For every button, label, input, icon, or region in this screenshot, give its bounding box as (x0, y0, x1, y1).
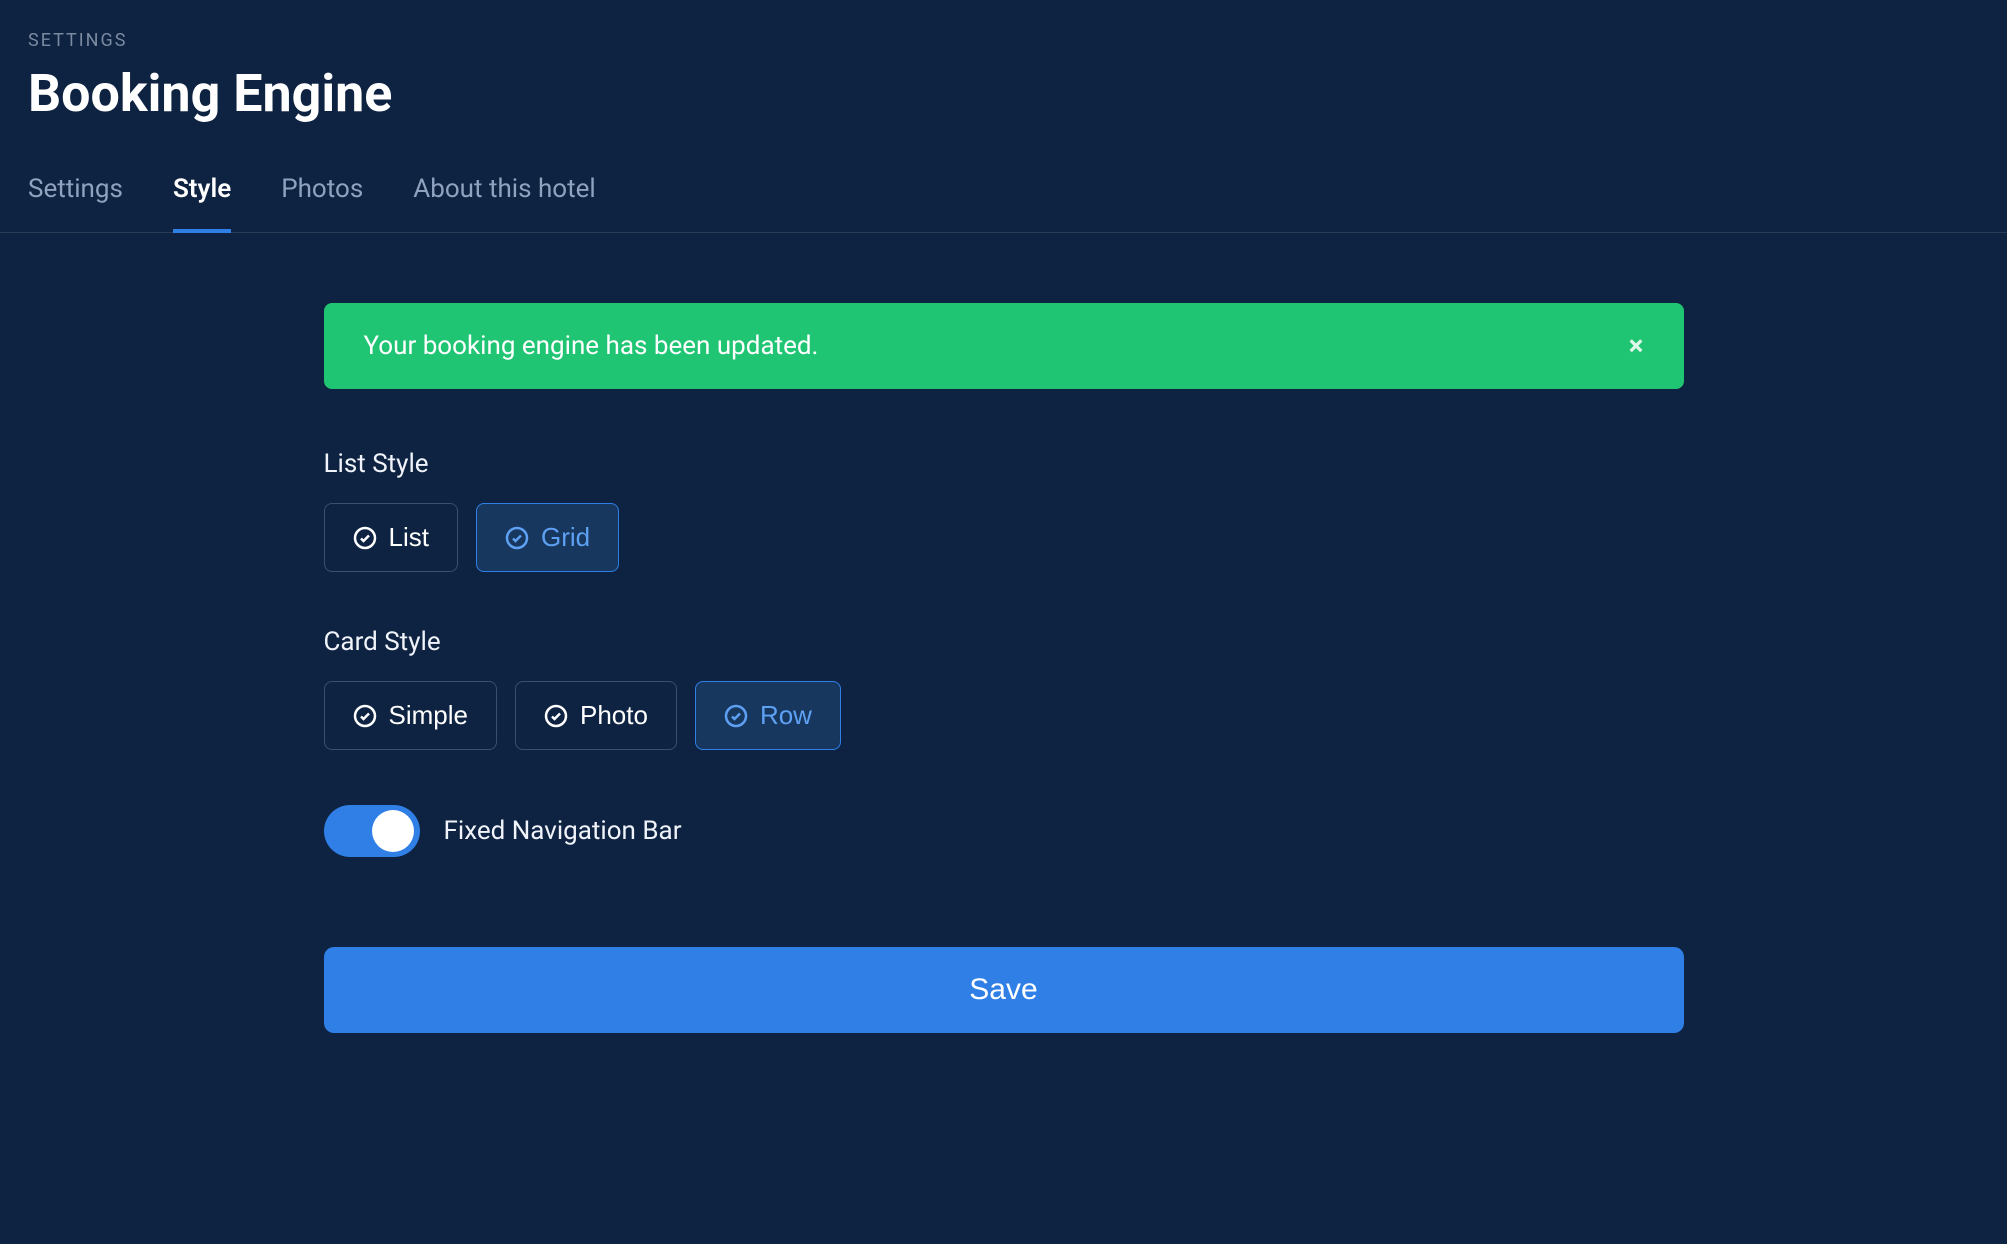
card-style-row-button[interactable]: Row (695, 681, 841, 750)
card-style-options: Simple Photo Row (324, 681, 1684, 750)
option-label: List (389, 522, 429, 553)
tab-photos[interactable]: Photos (281, 174, 363, 232)
toggle-knob (372, 810, 414, 852)
check-circle-icon (544, 704, 568, 728)
list-style-label: List Style (324, 449, 1684, 479)
alert-message: Your booking engine has been updated. (364, 331, 819, 361)
tab-settings[interactable]: Settings (28, 174, 123, 232)
success-alert: Your booking engine has been updated. × (324, 303, 1684, 389)
option-label: Photo (580, 700, 648, 731)
list-style-list-button[interactable]: List (324, 503, 458, 572)
card-style-simple-button[interactable]: Simple (324, 681, 497, 750)
tab-style[interactable]: Style (173, 174, 231, 232)
close-icon[interactable]: × (1629, 332, 1644, 360)
page-title: Booking Engine (28, 63, 1979, 124)
tab-about-hotel[interactable]: About this hotel (413, 174, 595, 232)
option-label: Grid (541, 522, 590, 553)
breadcrumb: SETTINGS (28, 30, 1979, 51)
list-style-grid-button[interactable]: Grid (476, 503, 619, 572)
save-button[interactable]: Save (324, 947, 1684, 1033)
check-circle-icon (353, 526, 377, 550)
tabs: Settings Style Photos About this hotel (0, 174, 2007, 233)
fixed-nav-label: Fixed Navigation Bar (444, 816, 682, 846)
list-style-options: List Grid (324, 503, 1684, 572)
check-circle-icon (505, 526, 529, 550)
option-label: Row (760, 700, 812, 731)
card-style-label: Card Style (324, 627, 1684, 657)
check-circle-icon (353, 704, 377, 728)
check-circle-icon (724, 704, 748, 728)
page-header: SETTINGS Booking Engine (0, 30, 2007, 124)
fixed-nav-toggle[interactable] (324, 805, 420, 857)
fixed-nav-toggle-row: Fixed Navigation Bar (324, 805, 1684, 857)
content-area: Your booking engine has been updated. × … (304, 303, 1704, 1033)
card-style-photo-button[interactable]: Photo (515, 681, 677, 750)
option-label: Simple (389, 700, 468, 731)
